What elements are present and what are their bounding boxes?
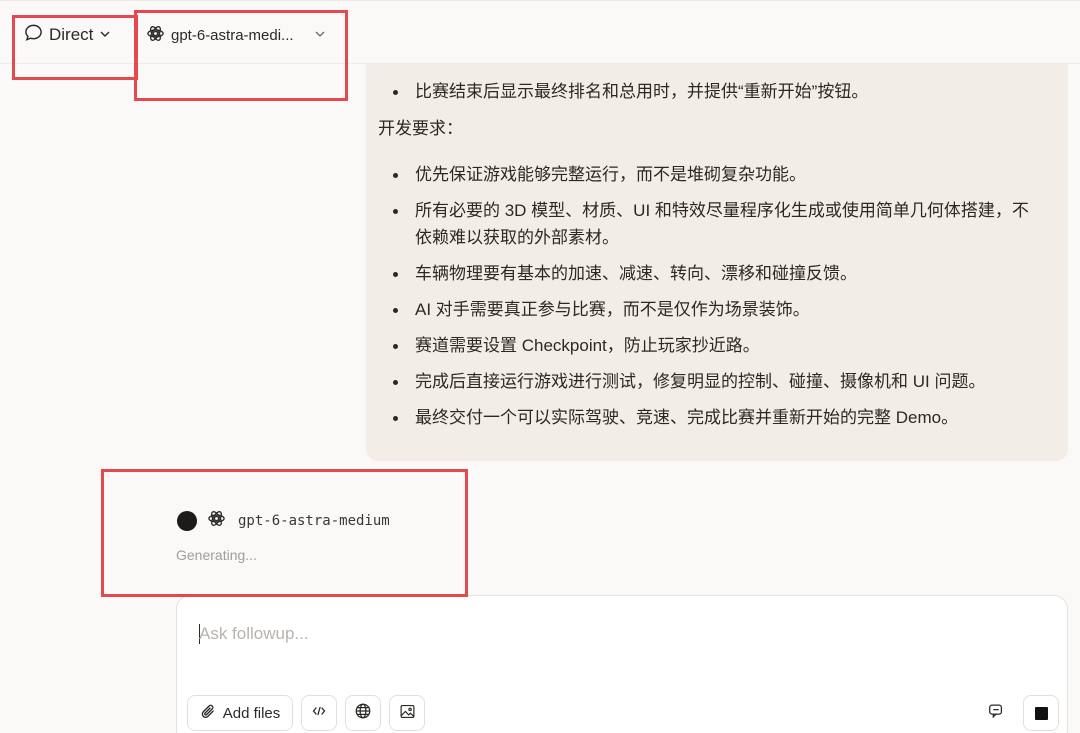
code-icon bbox=[311, 703, 327, 723]
openai-logo-icon bbox=[207, 509, 226, 533]
list-item: 比赛结束后显示最终排名和总用时，并提供“重新开始”按钮。 bbox=[378, 78, 1044, 105]
globe-icon bbox=[354, 702, 372, 724]
loading-dot-icon bbox=[177, 511, 197, 531]
chevron-down-icon bbox=[314, 27, 326, 44]
code-button[interactable] bbox=[301, 695, 337, 731]
openai-logo-icon bbox=[146, 24, 165, 47]
add-files-label: Add files bbox=[222, 704, 281, 722]
assistant-model-name: gpt-6-astra-medium bbox=[238, 513, 390, 529]
list-item: 赛道需要设置 Checkpoint，防止玩家抄近路。 bbox=[378, 332, 1044, 359]
model-selector[interactable]: gpt-6-astra-medi... bbox=[146, 23, 326, 47]
generating-status: Generating... bbox=[176, 547, 257, 563]
voice-button[interactable] bbox=[983, 700, 1009, 726]
requirements-list: 优先保证游戏能够完整运行，而不是堆砌复杂功能。 所有必要的 3D 模型、材质、U… bbox=[378, 161, 1044, 431]
model-label: gpt-6-astra-medi... bbox=[171, 26, 294, 44]
highlight-box-generating bbox=[101, 469, 468, 597]
chevron-down-icon bbox=[99, 25, 111, 45]
voice-icon bbox=[987, 702, 1005, 725]
top-bar: Direct gpt-6-astra-medi... bbox=[0, 0, 1080, 64]
message-list-top: 比赛结束后显示最终排名和总用时，并提供“重新开始”按钮。 bbox=[378, 78, 1044, 105]
mode-label: Direct bbox=[49, 25, 94, 44]
web-search-button[interactable] bbox=[345, 695, 381, 731]
assistant-header: gpt-6-astra-medium bbox=[177, 509, 390, 533]
list-item: 优先保证游戏能够完整运行，而不是堆砌复杂功能。 bbox=[378, 161, 1044, 188]
user-message: 比赛结束后显示最终排名和总用时，并提供“重新开始”按钮。 开发要求： 优先保证游… bbox=[366, 64, 1068, 461]
chat-page: Direct gpt-6-astra-medi... 比赛结束后显示最终排名和总… bbox=[0, 0, 1080, 733]
list-item: 最终交付一个可以实际驾驶、竞速、完成比赛并重新开始的完整 Demo。 bbox=[378, 404, 1044, 431]
list-item: 车辆物理要有基本的加速、减速、转向、漂移和碰撞反馈。 bbox=[378, 260, 1044, 287]
section-title: 开发要求： bbox=[378, 119, 463, 138]
composer: Add files bbox=[176, 595, 1068, 733]
image-icon bbox=[399, 703, 416, 724]
paperclip-icon bbox=[200, 703, 217, 724]
add-files-button[interactable]: Add files bbox=[187, 695, 293, 731]
list-item: AI 对手需要真正参与比赛，而不是仅作为场景装饰。 bbox=[378, 296, 1044, 323]
followup-input[interactable] bbox=[199, 622, 999, 646]
stop-icon bbox=[1034, 706, 1048, 720]
image-button[interactable] bbox=[389, 695, 425, 731]
chat-bubble-icon bbox=[24, 23, 43, 47]
mode-selector[interactable]: Direct bbox=[24, 23, 111, 47]
stop-button[interactable] bbox=[1023, 695, 1059, 731]
list-item: 完成后直接运行游戏进行测试，修复明显的控制、碰撞、摄像机和 UI 问题。 bbox=[378, 368, 1044, 395]
list-item: 所有必要的 3D 模型、材质、UI 和特效尽量程序化生成或使用简单几何体搭建，不… bbox=[378, 197, 1044, 251]
